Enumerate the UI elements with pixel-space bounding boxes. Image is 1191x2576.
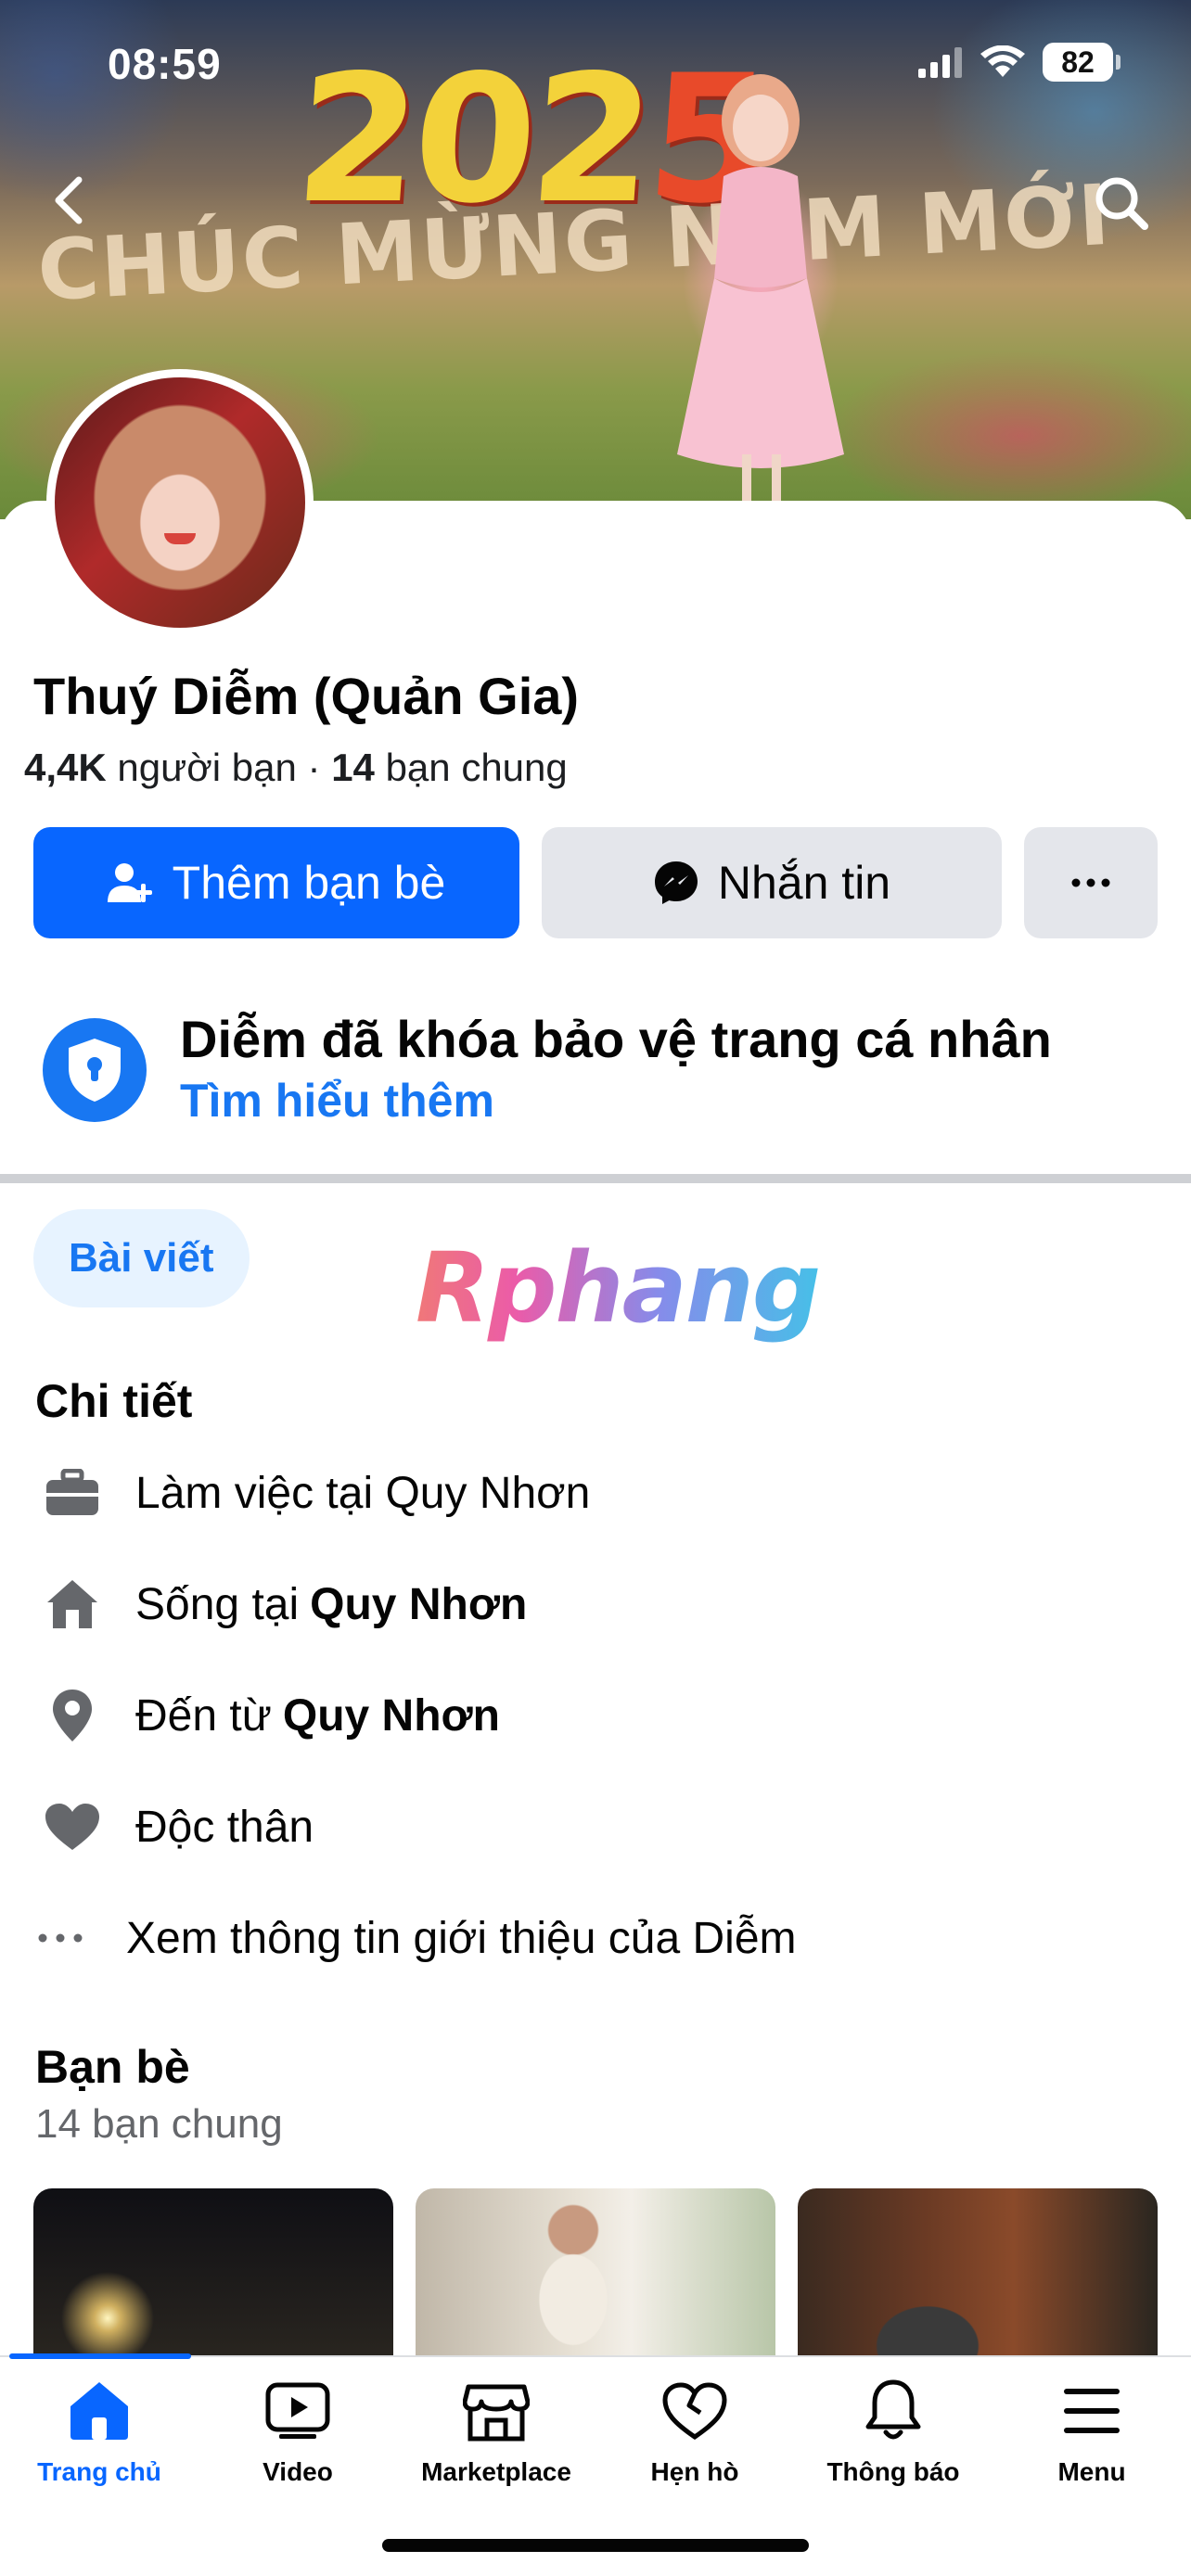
friends-title: Bạn bè [35,2041,190,2093]
tab-posts[interactable]: Bài viết [33,1209,250,1307]
avatar-photo [55,377,305,628]
add-friend-label: Thêm bạn bè [172,857,446,909]
nav-home-label: Trang chủ [37,2457,161,2486]
location-pin-icon [37,1680,108,1751]
add-friend-button[interactable]: Thêm bạn bè [33,827,519,938]
mutual-word: bạn chung [385,746,568,789]
nav-dating[interactable]: Hẹn hò [596,2376,794,2496]
cellular-signal-icon [918,47,962,78]
more-options-button[interactable] [1024,827,1158,938]
battery-indicator: 82 [1043,43,1121,82]
detail-lives-in: Sống tại Quy Nhơn [37,1567,527,1641]
search-button[interactable] [1089,171,1154,236]
details-title: Chi tiết [35,1375,193,1427]
nav-video[interactable]: Video [198,2376,397,2496]
messenger-icon [654,861,698,904]
nav-notifications-label: Thông báo [826,2457,960,2486]
briefcase-icon [37,1458,108,1528]
shield-lock-icon [43,1018,147,1122]
detail-relationship: Độc thân [37,1790,314,1864]
back-button[interactable] [41,172,96,228]
detail-lives-in-place[interactable]: Quy Nhơn [310,1579,527,1630]
video-icon [263,2376,333,2446]
profile-lock-notice: Diễm đã khóa bảo vệ trang cá nhân Tìm hi… [43,1005,1156,1135]
more-dots-icon [1071,878,1110,887]
home-icon [37,1569,108,1639]
learn-more-link[interactable]: Tìm hiểu thêm [180,1074,494,1128]
status-icons: 82 [918,43,1121,82]
detail-work: Làm việc tại Quy Nhơn [37,1456,590,1530]
friends-subtitle: 14 bạn chung [35,2101,283,2147]
nav-menu-label: Menu [1057,2457,1126,2486]
lock-notice-title: Diễm đã khóa bảo vệ trang cá nhân [180,1010,1052,1068]
friend-card[interactable] [33,2188,393,2365]
more-dots-icon [35,1903,85,1973]
friends-word: người bạn [117,746,297,789]
search-icon [1095,177,1148,230]
nav-menu[interactable]: Menu [992,2376,1191,2496]
friend-card[interactable] [416,2188,775,2365]
friends-count: 4,4K [24,746,107,789]
message-button[interactable]: Nhắn tin [542,827,1002,938]
nav-marketplace-label: Marketplace [421,2457,571,2486]
detail-from: Đến từ Quy Nhơn [37,1678,500,1753]
nav-video-label: Video [263,2457,333,2486]
chevron-left-icon [55,176,83,224]
stats-separator: · [307,746,321,789]
friend-card[interactable] [798,2188,1158,2365]
mutual-count: 14 [331,746,375,789]
bell-icon [858,2376,928,2446]
profile-name: Thuý Diễm (Quản Gia) [33,667,580,725]
detail-from-text: Đến từ [135,1690,272,1741]
status-bar: 08:59 82 [0,37,1191,93]
detail-work-text: Làm việc tại Quy Nhơn [135,1468,591,1518]
detail-relationship-text: Độc thân [135,1802,314,1852]
cover-person-figure [677,74,844,501]
add-friend-icon [107,863,152,902]
heart-icon [37,1792,108,1862]
profile-avatar[interactable] [46,369,314,636]
see-about-info-row[interactable]: Xem thông tin giới thiệu của Diễm [35,1901,797,1975]
home-icon [64,2376,134,2446]
detail-from-place[interactable]: Quy Nhơn [283,1690,500,1741]
profile-stats: 4,4K người bạn · 14 bạn chung [24,746,568,790]
nav-marketplace[interactable]: Marketplace [397,2376,596,2496]
active-tab-indicator [9,2353,191,2359]
nav-home[interactable]: Trang chủ [0,2376,198,2496]
marketplace-icon [461,2376,531,2446]
watermark-logo: Rphang [416,1231,821,1345]
dating-heart-icon [660,2376,730,2446]
menu-icon [1057,2376,1127,2446]
message-label: Nhắn tin [717,857,891,909]
nav-dating-label: Hẹn hò [650,2457,739,2486]
section-divider [0,1174,1191,1183]
status-time: 08:59 [108,40,222,88]
detail-lives-in-text: Sống tại [135,1579,300,1629]
wifi-icon [980,45,1025,77]
see-about-info-text: Xem thông tin giới thiệu của Diễm [126,1913,797,1963]
home-indicator [382,2539,809,2552]
nav-notifications[interactable]: Thông báo [794,2376,992,2496]
